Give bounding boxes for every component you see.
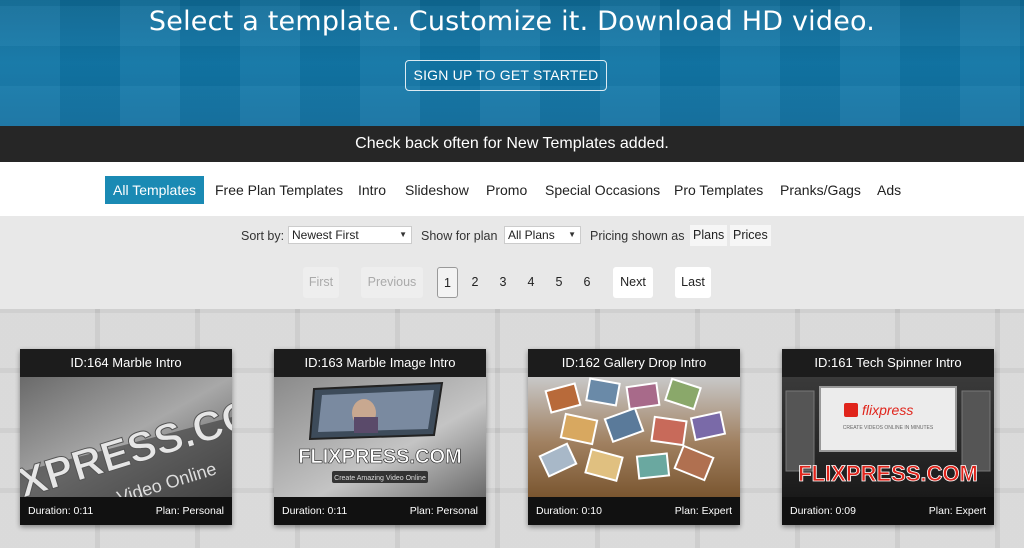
template-plan: Plan: Expert bbox=[674, 505, 732, 517]
template-footer: Duration: 0:09 Plan: Expert bbox=[782, 497, 994, 525]
sort-select-value: Newest First bbox=[292, 228, 359, 242]
page-1-button[interactable]: 1 bbox=[437, 267, 458, 298]
template-thumbnail: flixpress CREATE VIDEOS ONLINE IN MINUTE… bbox=[782, 377, 994, 497]
first-page-button[interactable]: First bbox=[303, 267, 339, 298]
page-5-button[interactable]: 5 bbox=[549, 267, 569, 298]
sort-select[interactable]: Newest First ▼ bbox=[288, 226, 412, 244]
page-3-button[interactable]: 3 bbox=[493, 267, 513, 298]
template-plan: Plan: Expert bbox=[928, 505, 986, 517]
plan-label: Show for plan bbox=[421, 229, 498, 243]
template-title: ID:162 Gallery Drop Intro bbox=[528, 349, 740, 377]
tab-pranks-gags[interactable]: Pranks/Gags bbox=[780, 176, 861, 204]
template-footer: Duration: 0:11 Plan: Personal bbox=[20, 497, 232, 525]
tab-special-occasions[interactable]: Special Occasions bbox=[545, 176, 660, 204]
template-footer: Duration: 0:11 Plan: Personal bbox=[274, 497, 486, 525]
template-duration: Duration: 0:10 bbox=[536, 505, 602, 517]
template-thumbnail: FLIXPRESS.COM Create Amazing Video Onlin… bbox=[274, 377, 486, 497]
pricing-label: Pricing shown as bbox=[590, 229, 685, 243]
plan-select-value: All Plans bbox=[508, 228, 555, 242]
tab-slideshow[interactable]: Slideshow bbox=[405, 176, 469, 204]
filter-controls: Sort by: Newest First ▼ Show for plan Al… bbox=[0, 216, 1024, 309]
template-card[interactable]: ID:162 Gallery Drop Intro Duration: 0:10… bbox=[528, 349, 740, 525]
plan-select[interactable]: All Plans ▼ bbox=[504, 226, 581, 244]
tab-pro-templates[interactable]: Pro Templates bbox=[674, 176, 763, 204]
hero-banner: Select a template. Customize it. Downloa… bbox=[0, 0, 1024, 126]
template-duration: Duration: 0:11 bbox=[28, 505, 94, 517]
sort-label: Sort by: bbox=[241, 229, 285, 243]
thumb-text: Create Amazing Video Online bbox=[334, 475, 426, 482]
tab-all-templates[interactable]: All Templates bbox=[105, 176, 205, 204]
template-card[interactable]: ID:163 Marble Image Intro FLIXPRESS.COM … bbox=[274, 349, 486, 525]
thumb-text: FLIXPRESS.COM bbox=[798, 461, 978, 486]
template-title: ID:164 Marble Intro bbox=[20, 349, 232, 377]
template-thumbnail bbox=[528, 377, 740, 497]
template-plan: Plan: Personal bbox=[409, 505, 478, 517]
tab-intro[interactable]: Intro bbox=[358, 176, 386, 204]
template-title: ID:161 Tech Spinner Intro bbox=[782, 349, 994, 377]
template-plan: Plan: Personal bbox=[155, 505, 224, 517]
thumb-text: CREATE VIDEOS ONLINE IN MINUTES bbox=[843, 425, 934, 431]
last-page-button[interactable]: Last bbox=[675, 267, 711, 298]
template-card[interactable]: ID:164 Marble Intro XPRESS.COM Video Onl… bbox=[20, 349, 232, 525]
template-card[interactable]: ID:161 Tech Spinner Intro flixpress CREA… bbox=[782, 349, 994, 525]
template-footer: Duration: 0:10 Plan: Expert bbox=[528, 497, 740, 525]
thumb-text: FLIXPRESS.COM bbox=[298, 446, 461, 468]
hero-title: Select a template. Customize it. Downloa… bbox=[148, 6, 876, 37]
template-title: ID:163 Marble Image Intro bbox=[274, 349, 486, 377]
notice-bar: Check back often for New Templates added… bbox=[0, 126, 1024, 162]
page-2-button[interactable]: 2 bbox=[465, 267, 485, 298]
template-duration: Duration: 0:09 bbox=[790, 505, 856, 517]
template-gallery: ID:164 Marble Intro XPRESS.COM Video Onl… bbox=[0, 309, 1024, 548]
template-thumbnail: XPRESS.COM Video Online bbox=[20, 377, 232, 497]
page-4-button[interactable]: 4 bbox=[521, 267, 541, 298]
thumb-text: flixpress bbox=[862, 402, 913, 418]
tab-free-plan-templates[interactable]: Free Plan Templates bbox=[215, 176, 343, 204]
next-page-button[interactable]: Next bbox=[613, 267, 653, 298]
chevron-down-icon: ▼ bbox=[568, 230, 576, 239]
previous-page-button[interactable]: Previous bbox=[361, 267, 423, 298]
signup-button[interactable]: SIGN UP TO GET STARTED bbox=[405, 60, 607, 91]
page-6-button[interactable]: 6 bbox=[577, 267, 597, 298]
template-duration: Duration: 0:11 bbox=[282, 505, 348, 517]
tab-ads[interactable]: Ads bbox=[877, 176, 901, 204]
category-nav: All Templates Free Plan Templates Intro … bbox=[0, 162, 1024, 216]
pricing-plans-toggle[interactable]: Plans bbox=[690, 225, 728, 246]
tab-promo[interactable]: Promo bbox=[486, 176, 527, 204]
chevron-down-icon: ▼ bbox=[399, 230, 407, 239]
pricing-prices-toggle[interactable]: Prices bbox=[730, 225, 771, 246]
